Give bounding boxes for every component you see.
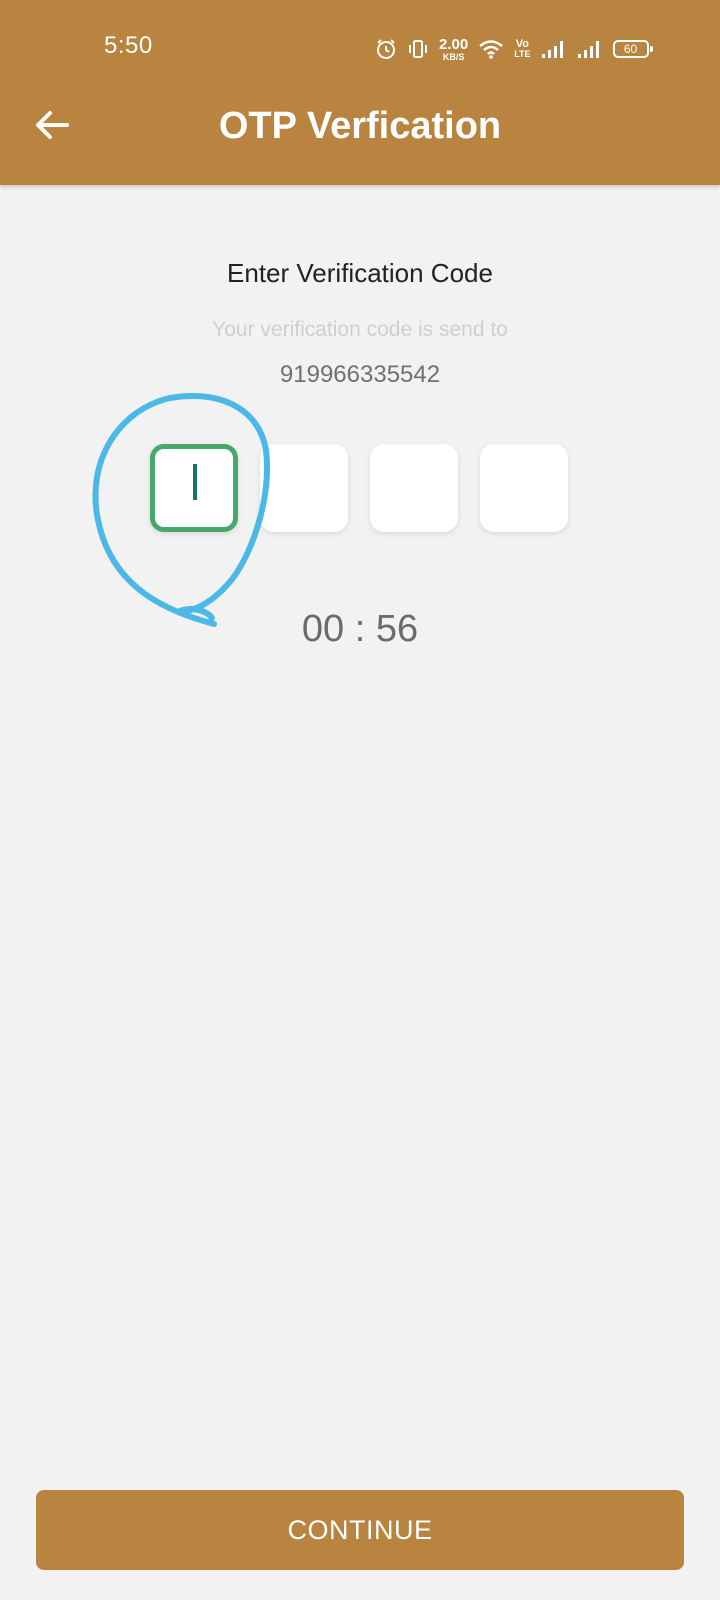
otp-digit-3[interactable] bbox=[370, 444, 458, 532]
alarm-icon bbox=[375, 38, 397, 60]
app-bar: 5:50 2.00 KB/S Vo LTE 60 OTP Verfication bbox=[0, 0, 720, 185]
phone-number: 919966335542 bbox=[279, 361, 441, 388]
back-button[interactable] bbox=[30, 105, 74, 149]
net-speed-indicator: 2.00 KB/S bbox=[439, 37, 468, 62]
volte-bottom: LTE bbox=[514, 49, 531, 59]
battery-level: 60 bbox=[623, 42, 638, 56]
continue-button[interactable]: CONTINUE bbox=[36, 1490, 684, 1570]
battery-icon: 60 bbox=[612, 40, 653, 58]
volte-indicator: Vo LTE bbox=[514, 39, 530, 59]
net-speed-value: 2.00 bbox=[439, 35, 469, 53]
arrow-left-icon bbox=[34, 109, 70, 146]
countdown-timer: 00 : 56 bbox=[301, 608, 419, 650]
net-speed-unit: KB/S bbox=[442, 51, 465, 62]
otp-digit-4[interactable] bbox=[480, 444, 568, 532]
text-caret bbox=[193, 464, 197, 500]
otp-digit-2[interactable] bbox=[260, 444, 348, 532]
signal-icon bbox=[541, 38, 567, 60]
verification-heading: Enter Verification Code bbox=[227, 258, 493, 288]
status-icons: 2.00 KB/S Vo LTE 60 bbox=[375, 34, 653, 64]
verification-subtext: Your verification code is send to bbox=[212, 318, 508, 341]
wifi-icon bbox=[478, 38, 504, 60]
signal-icon bbox=[577, 38, 603, 60]
vibrate-icon bbox=[407, 38, 429, 60]
page-title: OTP Verfication bbox=[218, 105, 502, 147]
status-time: 5:50 bbox=[104, 32, 153, 59]
hand-drawn-circle-annotation bbox=[92, 392, 270, 627]
